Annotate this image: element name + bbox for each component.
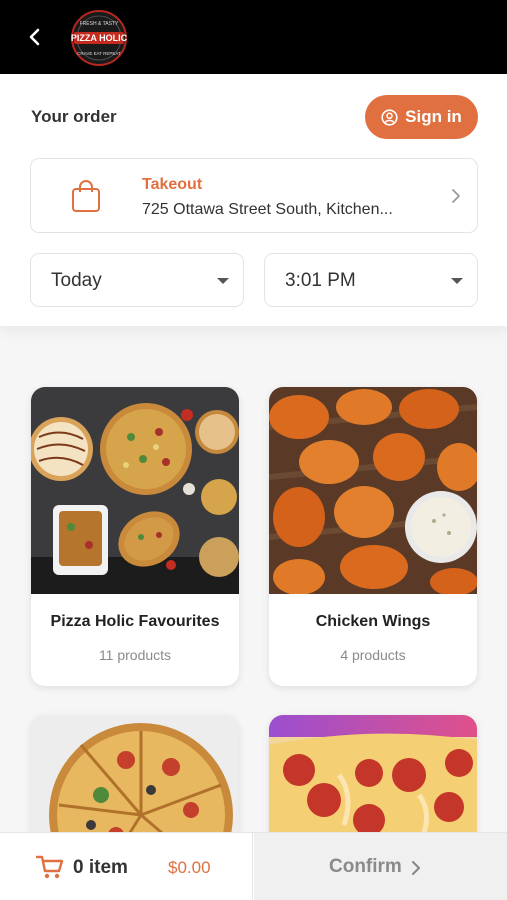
caret-down-icon (217, 278, 229, 284)
chevron-right-icon (411, 860, 421, 876)
category-image-wings (269, 387, 477, 594)
time-select[interactable]: 3:01 PM (264, 253, 478, 307)
your-order-title: Your order (31, 107, 117, 126)
shopping-bag-icon (72, 180, 100, 212)
confirm-label: Confirm (329, 856, 402, 877)
chevron-right-icon (452, 189, 460, 203)
takeout-location-card[interactable]: Takeout 725 Ottawa Street South, Kitchen… (30, 158, 478, 233)
day-select-value: Today (51, 270, 102, 291)
cart-summary[interactable]: 0 item $0.00 (0, 833, 253, 900)
sign-in-button[interactable]: Sign in (365, 95, 478, 139)
takeout-mode-label: Takeout (142, 176, 203, 193)
cart-total: $0.00 (168, 858, 211, 877)
cart-item-count: 0 item (73, 857, 128, 878)
chevron-left-icon (29, 28, 40, 46)
pizza-holic-logo: PIZZA HOLIC FRESH & TASTY CRAVE EAT REPE… (71, 10, 128, 66)
time-select-value: 3:01 PM (285, 270, 356, 291)
sign-in-label: Sign in (405, 107, 462, 126)
svg-text:FRESH & TASTY: FRESH & TASTY (80, 21, 119, 27)
shopping-cart-icon (36, 855, 64, 879)
category-image-pizzas (31, 387, 239, 594)
category-product-count: 11 products (98, 647, 172, 663)
bottom-cart-bar: 0 item $0.00 Confirm (0, 832, 507, 900)
user-circle-icon (381, 108, 398, 126)
confirm-button[interactable]: Confirm (254, 833, 507, 900)
caret-down-icon (451, 278, 463, 284)
category-name: Chicken Wings (315, 613, 431, 630)
svg-text:CRAVE EAT REPEAT: CRAVE EAT REPEAT (77, 51, 121, 56)
top-bar: PIZZA HOLIC FRESH & TASTY CRAVE EAT REPE… (0, 0, 507, 74)
svg-text:PIZZA HOLIC: PIZZA HOLIC (71, 33, 128, 43)
back-button[interactable] (22, 24, 48, 50)
category-product-count: 4 products (340, 647, 406, 663)
day-select[interactable]: Today (30, 253, 244, 307)
category-name: Pizza Holic Favourites (50, 613, 220, 630)
order-panel: Your order Sign in Takeout 725 Ottawa St… (0, 74, 507, 326)
category-card-pizza-holic-favourites[interactable]: Pizza Holic Favourites 11 products (31, 387, 239, 686)
takeout-address: 725 Ottawa Street South, Kitchen... (142, 201, 393, 218)
category-card-chicken-wings[interactable]: Chicken Wings 4 products (269, 387, 477, 686)
